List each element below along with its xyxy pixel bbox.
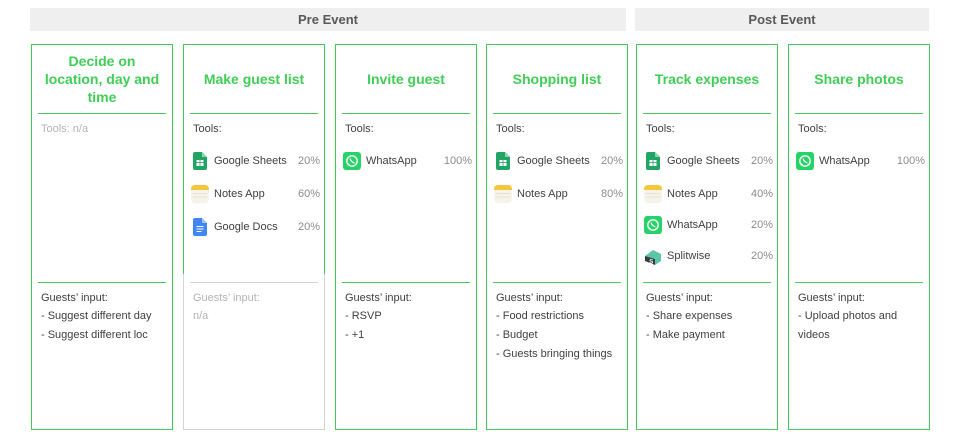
google-sheets-icon (644, 152, 662, 170)
step-card-make-guest-list: Make guest list Tools: Google Sheets 20%… (183, 44, 325, 430)
divider (643, 113, 771, 114)
tool-row: Notes App 60% (191, 185, 320, 203)
guest-input-item: - +1 (345, 329, 365, 341)
tools-label: Tools: (646, 123, 675, 135)
tool-usage-percent: 20% (750, 155, 773, 167)
tool-name: WhatsApp (819, 155, 870, 167)
step-card-decide-location: Decide on location, day and time Tools: … (31, 44, 173, 430)
google-docs-icon (191, 218, 209, 236)
tool-name: Google Docs (214, 221, 278, 233)
tool-row: S Splitwise 20% (644, 247, 773, 265)
tool-usage-percent: 60% (297, 188, 320, 200)
guests-input-label: Guests’ input: (193, 292, 260, 304)
tool-row: WhatsApp 20% (644, 216, 773, 234)
step-card-share-photos: Share photos Tools: WhatsApp 100% Guests… (788, 44, 930, 430)
tool-name: Notes App (667, 188, 718, 200)
guest-input-item: - RSVP (345, 310, 382, 322)
divider (38, 282, 166, 283)
notes-app-icon (494, 185, 512, 203)
guests-input-label: Guests’ input: (798, 292, 865, 304)
divider (342, 113, 470, 114)
tool-row: WhatsApp 100% (343, 152, 472, 170)
step-title: Make guest list (203, 71, 305, 87)
step-title: Invite guest (367, 71, 445, 87)
step-title: Decide on location, day and time (44, 53, 160, 105)
guests-input-label: Guests’ input: (345, 292, 412, 304)
step-title: Track expenses (654, 71, 760, 87)
tools-label: Tools: (496, 123, 525, 135)
guests-input-label: Guests’ input: (496, 292, 563, 304)
tool-row: Notes App 80% (494, 185, 623, 203)
guests-input-label: Guests’ input: (646, 292, 713, 304)
phase-header-pre-event-label: Pre Event (298, 12, 358, 27)
step-title: Shopping list (512, 71, 602, 87)
guest-input-item: n/a (193, 310, 209, 322)
guest-input-item: videos (798, 329, 830, 341)
divider (38, 113, 166, 114)
whatsapp-icon (343, 152, 361, 170)
tool-name: Google Sheets (667, 155, 740, 167)
tools-label: Tools: (193, 123, 222, 135)
tool-row: WhatsApp 100% (796, 152, 925, 170)
tool-usage-percent: 20% (297, 155, 320, 167)
guest-input-item: - Suggest different loc (41, 329, 148, 341)
divider (493, 113, 621, 114)
tool-row: Google Sheets 20% (191, 152, 320, 170)
tool-row: Notes App 40% (644, 185, 773, 203)
divider (342, 282, 470, 283)
step-title: Share photos (814, 71, 904, 87)
divider (190, 282, 318, 283)
divider (795, 113, 923, 114)
guest-input-item: - Guests bringing things (496, 348, 613, 360)
tool-usage-percent: 20% (600, 155, 623, 167)
tool-name: WhatsApp (366, 155, 417, 167)
step-card-track-expenses: Track expenses Tools: Google Sheets 20% … (636, 44, 778, 430)
guest-input-item: - Food restrictions (496, 310, 585, 322)
tool-name: Notes App (214, 188, 265, 200)
tool-name: Splitwise (667, 250, 711, 262)
tool-name: Google Sheets (517, 155, 590, 167)
tools-label: Tools: (798, 123, 827, 135)
divider (190, 113, 318, 114)
tool-usage-percent: 40% (750, 188, 773, 200)
divider (643, 282, 771, 283)
guests-input-label: Guests’ input: (41, 292, 108, 304)
tool-row: Google Docs 20% (191, 218, 320, 236)
notes-app-icon (191, 185, 209, 203)
tool-name: WhatsApp (667, 219, 718, 231)
tools-label: Tools: (345, 123, 374, 135)
divider (795, 282, 923, 283)
step-card-shopping-list: Shopping list Tools: Google Sheets 20% N… (486, 44, 628, 430)
google-sheets-icon (494, 152, 512, 170)
tool-row: Google Sheets 20% (644, 152, 773, 170)
google-sheets-icon (191, 152, 209, 170)
tool-usage-percent: 20% (297, 221, 320, 233)
tool-usage-percent: 100% (443, 155, 472, 167)
tool-name: Google Sheets (214, 155, 287, 167)
phase-header-post-event: Post Event (635, 8, 929, 31)
tool-name: Notes App (517, 188, 568, 200)
tool-row: Google Sheets 20% (494, 152, 623, 170)
whatsapp-icon (796, 152, 814, 170)
tool-usage-percent: 80% (600, 188, 623, 200)
tool-usage-percent: 20% (750, 219, 773, 231)
guest-input-item: - Suggest different day (41, 310, 152, 322)
divider (493, 282, 621, 283)
step-card-invite-guest: Invite guest Tools: WhatsApp 100% Guests… (335, 44, 477, 430)
splitwise-icon: S (644, 247, 662, 265)
phase-header-post-event-label: Post Event (748, 12, 816, 27)
whatsapp-icon (644, 216, 662, 234)
phase-header-pre-event: Pre Event (30, 8, 626, 31)
tool-usage-percent: 100% (896, 155, 925, 167)
guest-input-item: - Make payment (646, 329, 725, 341)
svg-text:S: S (649, 260, 653, 266)
guest-input-item: - Budget (496, 329, 538, 341)
guest-input-item: - Share expenses (646, 310, 733, 322)
notes-app-icon (644, 185, 662, 203)
guest-input-item: - Upload photos and (798, 310, 898, 322)
tool-usage-percent: 20% (750, 250, 773, 262)
tools-label: Tools: n/a (41, 123, 89, 135)
